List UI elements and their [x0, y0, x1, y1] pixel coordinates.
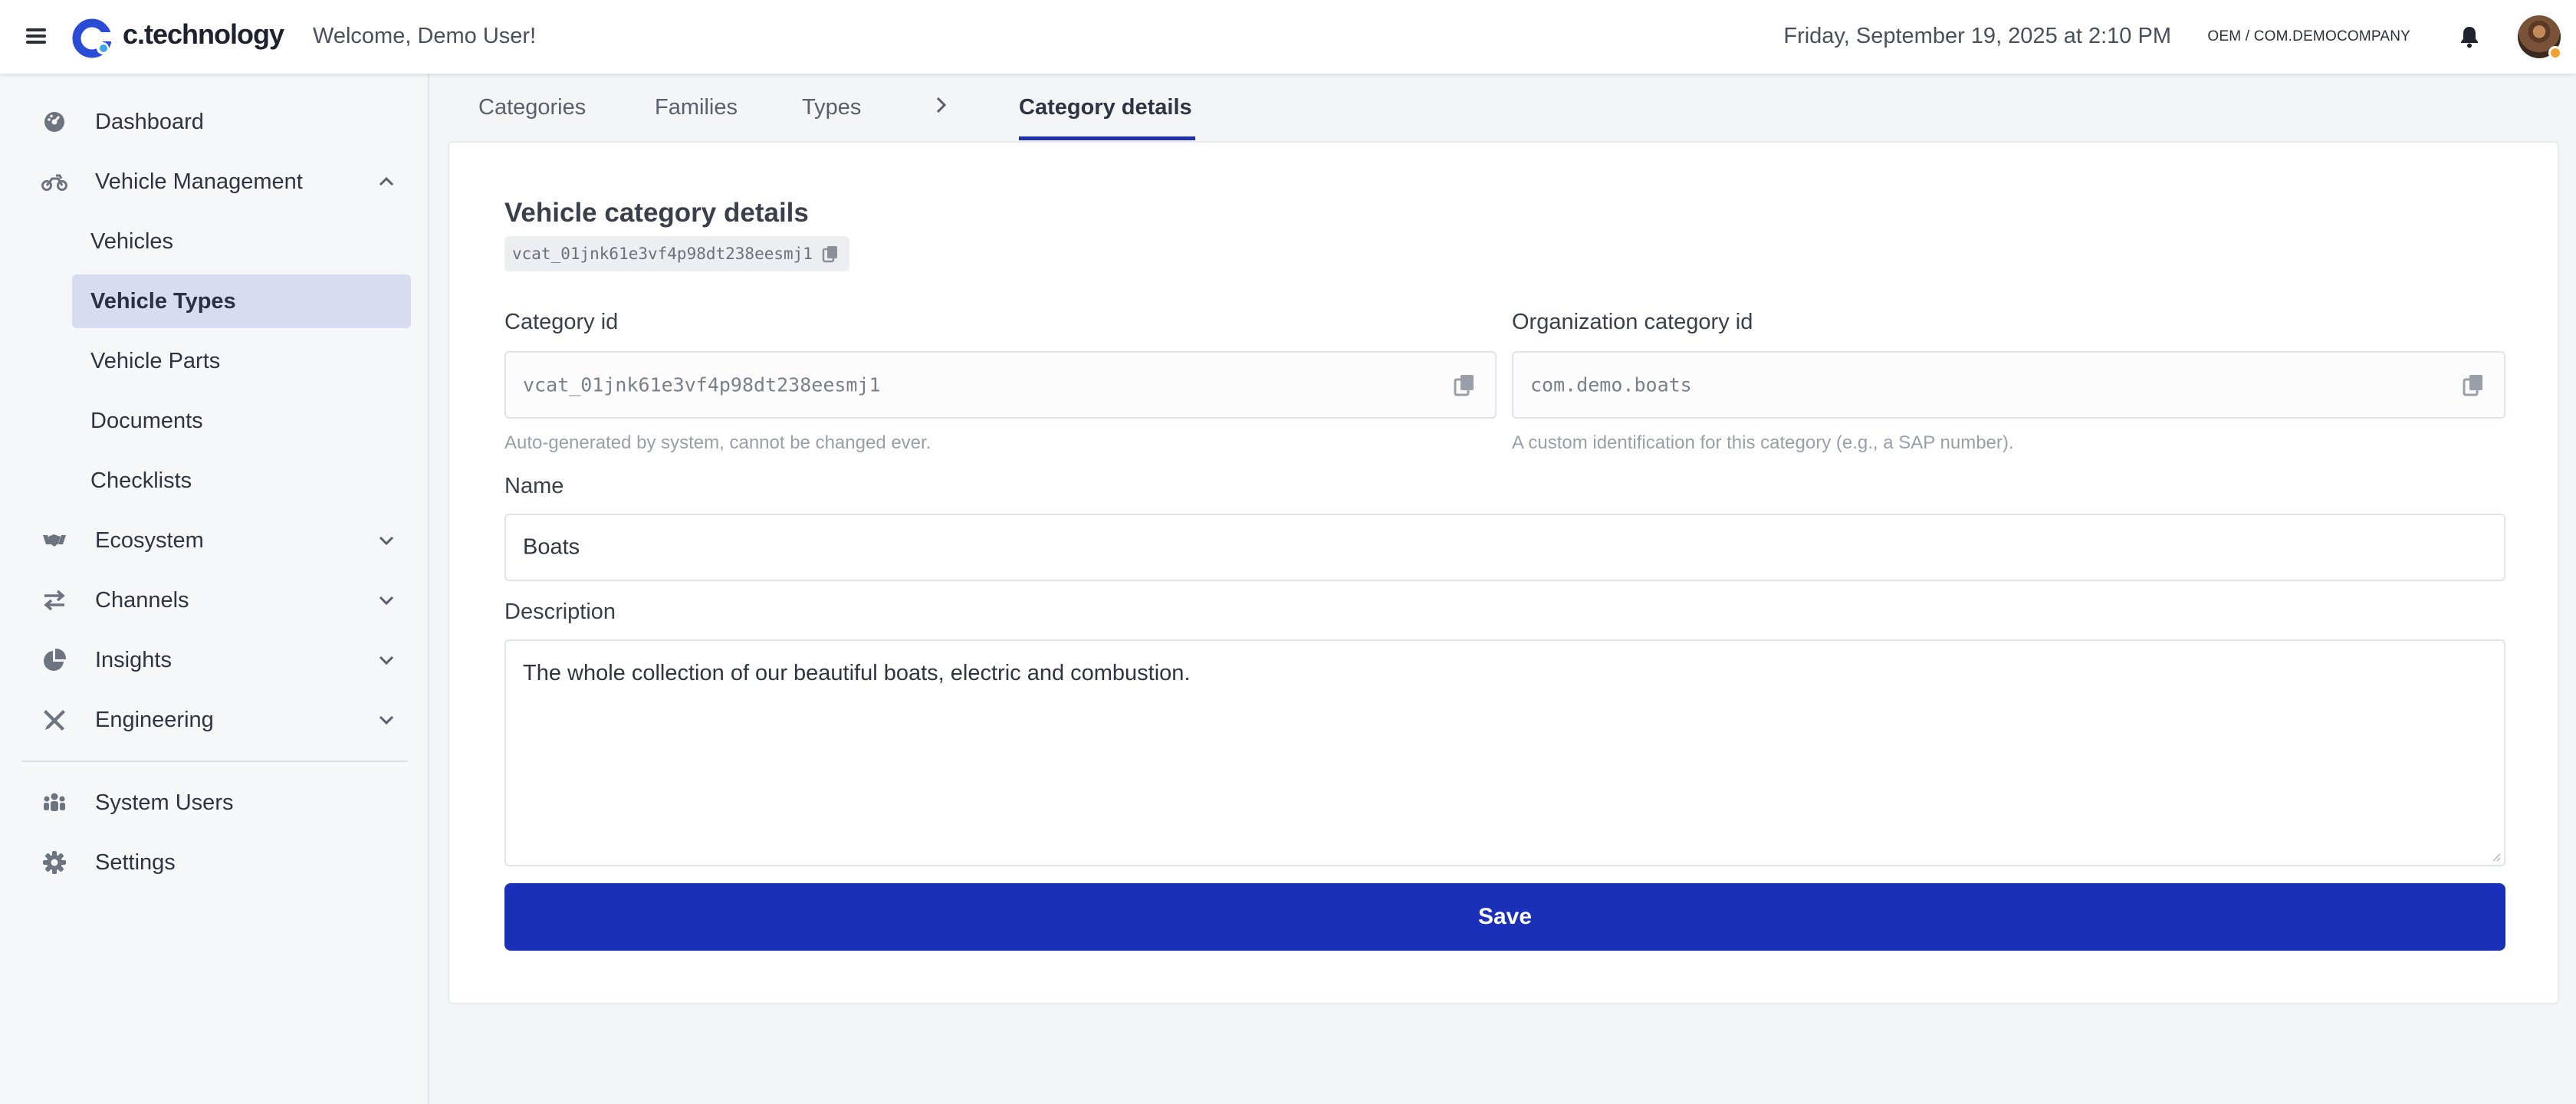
sidebar-item-label: Dashboard — [95, 109, 204, 134]
top-bar: c.technology Welcome, Demo User! Friday,… — [0, 0, 2576, 74]
brand-name[interactable]: c.technology — [123, 18, 284, 51]
dashboard-icon — [44, 112, 64, 132]
name-value: Boats — [523, 534, 580, 560]
welcome-message: Welcome, Demo User! — [313, 24, 537, 48]
resize-handle-icon[interactable] — [2490, 851, 2501, 862]
sidebar-item-label: Settings — [95, 849, 176, 875]
save-button[interactable]: Save — [504, 883, 2505, 951]
category-id-chip-text: vcat_01jnk61e3vf4p98dt238eesmj1 — [512, 245, 813, 263]
sidebar-item-label: Insights — [95, 647, 172, 672]
tab-category-details[interactable]: Category details — [1019, 95, 1192, 120]
category-details-card: Vehicle category details vcat_01jnk61e3v… — [448, 141, 2559, 1004]
sidebar-item-documents[interactable]: Documents — [72, 394, 411, 448]
sidebar-item-label: Vehicles — [90, 228, 174, 254]
sidebar-item-label: Channels — [95, 587, 189, 613]
category-id-label: Category id — [504, 310, 619, 334]
category-id-value: vcat_01jnk61e3vf4p98dt238eesmj1 — [523, 373, 881, 396]
sidebar-item-dashboard[interactable]: Dashboard — [21, 95, 411, 149]
category-id-field[interactable]: vcat_01jnk61e3vf4p98dt238eesmj1 — [504, 351, 1497, 419]
current-datetime: Friday, September 19, 2025 at 2:10 PM — [1783, 24, 2171, 48]
organization-switcher[interactable]: OEM / COM.DEMOCOMPANY — [2207, 28, 2410, 45]
description-field[interactable]: The whole collection of our beautiful bo… — [504, 639, 2505, 866]
tools-icon — [44, 710, 65, 731]
chevron-right-icon — [936, 97, 947, 113]
users-icon — [44, 793, 65, 811]
tab-families[interactable]: Families — [655, 95, 738, 120]
sidebar-item-label: Vehicle Management — [95, 169, 303, 194]
sidebar-item-settings[interactable]: Settings — [21, 836, 411, 889]
org-category-id-helper: A custom identification for this categor… — [1512, 432, 2014, 453]
description-label: Description — [504, 600, 616, 624]
sidebar-item-checklists[interactable]: Checklists — [72, 454, 411, 508]
category-id-helper: Auto-generated by system, cannot be chan… — [504, 432, 932, 453]
motorbike-icon — [41, 174, 67, 191]
sidebar-item-vehicle-types[interactable]: Vehicle Types — [72, 274, 411, 328]
org-category-id-field[interactable]: com.demo.boats — [1512, 351, 2505, 419]
handshake-icon — [43, 534, 66, 547]
description-value: The whole collection of our beautiful bo… — [523, 661, 1191, 685]
sidebar-item-label: Vehicle Parts — [90, 348, 221, 373]
sidebar-item-channels[interactable]: Channels — [21, 573, 411, 627]
sidebar-item-label: Checklists — [90, 468, 192, 493]
copy-icon[interactable] — [822, 245, 839, 263]
chevron-down-icon[interactable] — [376, 590, 397, 611]
status-dot — [2548, 46, 2562, 60]
sidebar-item-insights[interactable]: Insights — [21, 633, 411, 687]
sidebar-divider — [21, 761, 408, 762]
sidebar-item-label: Documents — [90, 408, 203, 433]
sidebar-item-vehicle-parts[interactable]: Vehicle Parts — [72, 334, 411, 388]
sidebar: Dashboard Vehicle Management Vehicles Ve… — [0, 74, 429, 1104]
bell-icon[interactable] — [2458, 25, 2481, 49]
chevron-up-icon[interactable] — [376, 171, 397, 192]
sidebar-item-ecosystem[interactable]: Ecosystem — [21, 514, 411, 567]
page-title: Vehicle category details — [504, 198, 809, 228]
sidebar-item-engineering[interactable]: Engineering — [21, 693, 411, 747]
chevron-down-icon[interactable] — [376, 649, 397, 671]
org-category-id-label: Organization category id — [1512, 310, 1753, 334]
name-label: Name — [504, 474, 564, 498]
sidebar-item-system-users[interactable]: System Users — [21, 776, 411, 830]
copy-icon[interactable] — [1454, 373, 1475, 396]
tab-categories[interactable]: Categories — [478, 95, 586, 120]
category-id-chip[interactable]: vcat_01jnk61e3vf4p98dt238eesmj1 — [504, 236, 849, 271]
copy-icon[interactable] — [2463, 373, 2484, 396]
sidebar-item-vehicles[interactable]: Vehicles — [72, 215, 411, 268]
org-category-id-value: com.demo.boats — [1530, 373, 1692, 396]
gear-icon — [43, 851, 66, 874]
pie-chart-icon — [44, 648, 67, 671]
sidebar-item-label: System Users — [95, 790, 234, 815]
chevron-down-icon[interactable] — [376, 709, 397, 731]
name-field[interactable]: Boats — [504, 514, 2505, 581]
tab-types[interactable]: Types — [802, 95, 861, 120]
sidebar-item-label: Ecosystem — [95, 527, 204, 553]
menu-icon[interactable] — [26, 26, 46, 46]
sidebar-item-vehicle-management[interactable]: Vehicle Management — [21, 155, 411, 209]
active-tab-indicator — [1019, 136, 1195, 140]
avatar[interactable] — [2518, 15, 2562, 60]
logo-icon[interactable] — [72, 17, 115, 60]
sidebar-item-label: Engineering — [95, 707, 214, 732]
swap-arrows-icon — [44, 590, 65, 611]
sidebar-item-label: Vehicle Types — [90, 288, 236, 314]
chevron-down-icon[interactable] — [376, 530, 397, 551]
